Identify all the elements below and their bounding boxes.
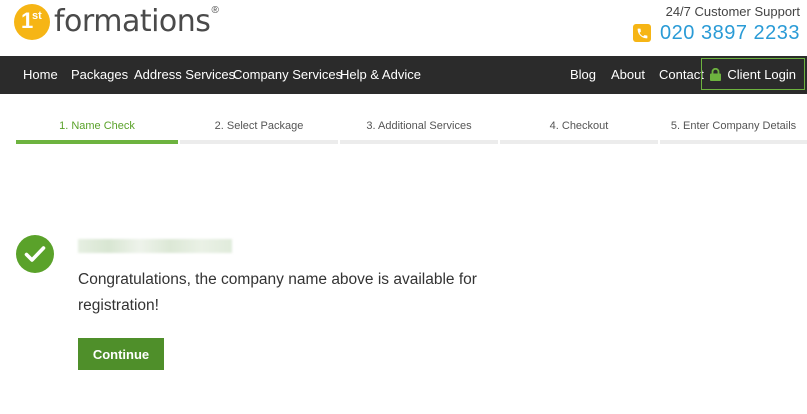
nav-packages[interactable]: Packages [71,56,128,94]
step-label: 5. Enter Company Details [670,120,797,132]
main-navigation: Home Packages Address Services Company S… [0,56,807,94]
step-label: 3. Additional Services [366,120,472,132]
nav-home[interactable]: Home [23,56,58,94]
step-bar [180,140,338,144]
nav-help-advice[interactable]: Help & Advice [340,56,421,94]
logo-text: formations [54,4,211,39]
logo-registered-mark: ® [211,4,219,16]
step-bar [660,140,807,144]
company-name-redacted [78,239,232,253]
customer-support: 24/7 Customer Support 020 3897 2233 [633,4,800,45]
support-label: 24/7 Customer Support [665,4,800,19]
step-checkout: 4. Checkout [500,110,658,144]
client-login-label: Client Login [727,66,796,82]
nav-about[interactable]: About [611,56,645,94]
nav-company-services[interactable]: Company Services [233,56,342,94]
step-label: 1. Name Check [59,120,135,132]
lock-icon [710,67,722,81]
step-bar [500,140,658,144]
site-header: 1 st formations ® 24/7 Customer Support … [0,0,807,56]
step-bar [340,140,498,144]
nav-blog[interactable]: Blog [570,56,596,94]
step-name-check: 1. Name Check [16,110,178,144]
step-select-package: 2. Select Package [180,110,338,144]
logo-badge: 1 st [14,4,50,40]
continue-button[interactable]: Continue [78,338,164,370]
step-enter-company-details: 5. Enter Company Details [660,110,807,144]
client-login-button[interactable]: Client Login [701,58,805,90]
step-bar [16,140,178,144]
logo[interactable]: 1 st formations ® [14,4,219,40]
progress-steps: 1. Name Check 2. Select Package 3. Addit… [16,110,807,144]
step-label: 4. Checkout [549,120,609,132]
phone-number[interactable]: 020 3897 2233 [660,21,800,45]
check-icon [16,235,54,273]
step-additional-services: 3. Additional Services [340,110,498,144]
logo-suffix: st [32,10,42,22]
step-label: 2. Select Package [214,120,304,132]
phone-icon [633,24,652,42]
nav-address-services[interactable]: Address Services [134,56,235,94]
nav-contact[interactable]: Contact [659,56,704,94]
availability-message: Congratulations, the company name above … [78,271,477,314]
support-phone[interactable]: 020 3897 2233 [633,21,800,45]
